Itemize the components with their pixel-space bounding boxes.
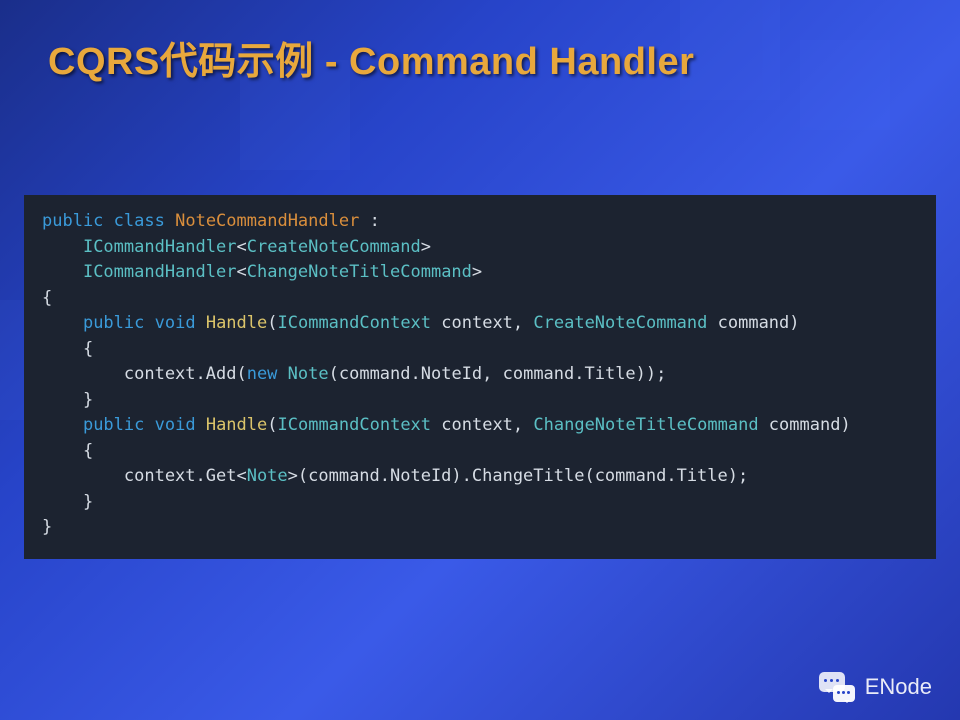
bracket: { <box>42 339 93 359</box>
keyword: class <box>114 211 165 231</box>
keyword: public <box>83 415 144 435</box>
text: context.Get< <box>42 466 247 486</box>
text: command) <box>707 313 799 333</box>
method: Handle <box>206 313 267 333</box>
type: ICommandContext <box>278 313 432 333</box>
bracket: } <box>42 390 93 410</box>
footer: ENode <box>819 672 932 702</box>
type: Note <box>247 466 288 486</box>
type: ICommandHandler <box>83 262 237 282</box>
text: (command.NoteId, command.Title)); <box>329 364 667 384</box>
method: Handle <box>206 415 267 435</box>
bracket: { <box>42 441 93 461</box>
text: : <box>359 211 379 231</box>
type: ChangeNoteTitleCommand <box>533 415 758 435</box>
type: ICommandHandler <box>83 237 237 257</box>
bracket: < <box>236 237 246 257</box>
class-name: NoteCommandHandler <box>175 211 359 231</box>
type: CreateNoteCommand <box>533 313 707 333</box>
bracket: } <box>42 517 52 537</box>
keyword: public <box>42 211 103 231</box>
bracket: { <box>42 288 52 308</box>
keyword: public <box>83 313 144 333</box>
text <box>277 364 287 384</box>
keyword: new <box>247 364 278 384</box>
bracket: ( <box>267 313 277 333</box>
keyword: void <box>155 313 196 333</box>
text: context.Add( <box>42 364 247 384</box>
type: Note <box>288 364 329 384</box>
wechat-icon <box>819 672 855 702</box>
text: context, <box>431 313 533 333</box>
bracket: > <box>472 262 482 282</box>
text: >(command.NoteId).ChangeTitle(command.Ti… <box>288 466 749 486</box>
bracket: > <box>421 237 431 257</box>
slide-title: CQRS代码示例 - Command Handler <box>48 30 694 85</box>
text: command) <box>759 415 851 435</box>
text: context, <box>431 415 533 435</box>
bracket: < <box>236 262 246 282</box>
keyword: void <box>155 415 196 435</box>
type: ICommandContext <box>278 415 432 435</box>
bracket: ( <box>267 415 277 435</box>
bracket: } <box>42 492 93 512</box>
type: ChangeNoteTitleCommand <box>247 262 472 282</box>
type: CreateNoteCommand <box>247 237 421 257</box>
code-sample: public class NoteCommandHandler : IComma… <box>24 195 936 559</box>
brand-label: ENode <box>865 674 932 700</box>
